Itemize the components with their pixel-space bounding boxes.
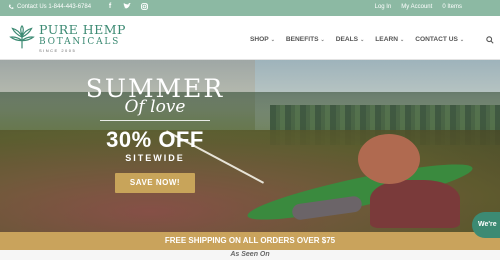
promo-discount: 30% OFF xyxy=(106,127,204,152)
nav-contact-label: CONTACT US xyxy=(415,36,458,43)
nav-deals-label: DEALS xyxy=(335,36,359,43)
nav-deals[interactable]: DEALS ⌄ xyxy=(336,36,365,43)
top-utility-bar: Contact Us 1-844-443-6784 f Log In My Ac… xyxy=(0,0,500,16)
phone-icon xyxy=(8,4,14,9)
hero-banner[interactable]: SUMMER Of love 30% OFF SITEWIDE SAVE NOW… xyxy=(0,60,500,232)
hero-person xyxy=(370,180,460,228)
nav-benefits-label: BENEFITS xyxy=(285,36,319,43)
chevron-down-icon: ⌄ xyxy=(459,36,465,43)
logo-subtitle: BOTANICALS xyxy=(39,36,121,47)
search-icon[interactable] xyxy=(486,36,494,44)
twitter-icon[interactable] xyxy=(123,2,131,12)
promo-divider xyxy=(100,120,210,121)
chevron-down-icon: ⌄ xyxy=(320,36,325,43)
cart-items-link[interactable]: 0 Items xyxy=(442,4,462,10)
as-seen-on-heading: As Seen On xyxy=(0,250,500,260)
contact-link[interactable]: Contact Us 1-844-443-6784 xyxy=(8,4,91,10)
hemp-leaf-logo xyxy=(9,25,35,49)
nav-shop-label: SHOP xyxy=(250,36,269,43)
site-header: PURE HEMP BOTANICALS SINCE 2005 SHOP ⌄ BE… xyxy=(0,16,500,60)
site-logo[interactable]: PURE HEMP BOTANICALS SINCE 2005 xyxy=(9,22,126,53)
hero-person-hat xyxy=(358,134,420,184)
chevron-down-icon: ⌄ xyxy=(270,36,275,43)
my-account-link[interactable]: My Account xyxy=(401,4,432,10)
instagram-icon[interactable] xyxy=(140,3,148,12)
promo-sitewide: SITEWIDE xyxy=(125,153,185,163)
nav-contact[interactable]: CONTACT US ⌄ xyxy=(415,36,464,43)
nav-benefits[interactable]: BENEFITS ⌄ xyxy=(286,36,325,43)
account-links: Log In My Account 0 Items xyxy=(375,4,462,10)
free-shipping-banner: FREE SHIPPING ON ALL ORDERS OVER $75 xyxy=(0,232,500,250)
contact-text: Contact Us 1-844-443-6784 xyxy=(17,4,92,10)
nav-shop[interactable]: SHOP ⌄ xyxy=(250,36,275,43)
chevron-down-icon: ⌄ xyxy=(360,36,365,43)
save-now-button[interactable]: SAVE NOW! xyxy=(115,173,195,193)
facebook-icon[interactable]: f xyxy=(106,3,114,12)
nav-learn[interactable]: LEARN ⌄ xyxy=(375,36,404,43)
logo-text: PURE HEMP BOTANICALS SINCE 2005 xyxy=(39,22,126,53)
login-link[interactable]: Log In xyxy=(375,4,392,10)
hero-promo: SUMMER Of love 30% OFF SITEWIDE SAVE NOW… xyxy=(80,76,230,193)
chat-widget-button[interactable]: We're xyxy=(472,212,500,238)
social-links: f xyxy=(106,2,148,12)
chevron-down-icon: ⌄ xyxy=(399,36,405,43)
main-nav: SHOP ⌄ BENEFITS ⌄ DEALS ⌄ LEARN ⌄ CONTACT US… xyxy=(250,36,464,43)
nav-learn-label: LEARN xyxy=(375,36,398,43)
logo-title: PURE HEMP xyxy=(39,22,126,37)
logo-tagline: SINCE 2005 xyxy=(39,47,77,53)
